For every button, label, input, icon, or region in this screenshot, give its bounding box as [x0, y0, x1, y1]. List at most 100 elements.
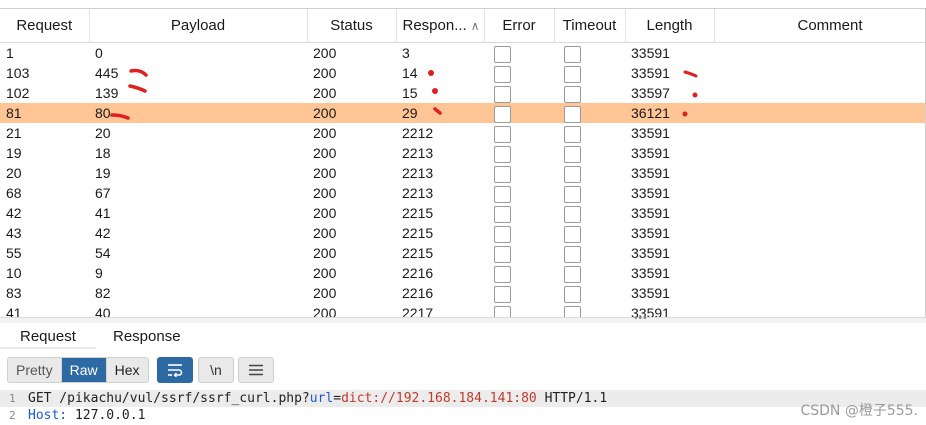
error-checkbox[interactable] — [494, 105, 511, 123]
payload-cell: 82 — [95, 285, 111, 301]
column-header-timeout[interactable]: Timeout — [554, 9, 626, 43]
timeout-checkbox[interactable] — [564, 105, 581, 123]
column-header-status[interactable]: Status — [307, 9, 397, 43]
timeout-checkbox[interactable] — [564, 285, 581, 303]
table-row[interactable]: 103 445 200 14 33591 — [0, 63, 926, 83]
length-cell: 33591 — [631, 145, 670, 161]
table-row[interactable]: 42 41 200 2215 33591 — [0, 203, 926, 223]
column-header-response[interactable]: Respon... ∧ — [396, 9, 485, 43]
status-cell: 200 — [313, 65, 337, 81]
results-table-container: Request Payload Status Respon... ∧ Error … — [0, 8, 926, 318]
table-row[interactable]: 41 40 200 2217 33591 — [0, 303, 926, 318]
table-row[interactable]: 19 18 200 2213 33591 — [0, 143, 926, 163]
error-cell — [484, 43, 554, 64]
menu-button[interactable] — [238, 357, 274, 383]
payload-cell: 42 — [95, 225, 111, 241]
error-checkbox[interactable] — [494, 125, 511, 143]
timeout-cell — [554, 203, 625, 223]
timeout-checkbox[interactable] — [564, 265, 581, 283]
line-number: 2 — [9, 409, 16, 422]
tab-request[interactable]: Request — [20, 327, 76, 347]
table-row[interactable]: 20 19 200 2213 33591 — [0, 163, 926, 183]
timeout-checkbox[interactable] — [564, 165, 581, 183]
comment-cell — [714, 263, 926, 283]
status-cell: 200 — [313, 125, 337, 141]
error-checkbox[interactable] — [494, 165, 511, 183]
error-checkbox[interactable] — [494, 245, 511, 263]
watermark: CSDN @橙子555. — [800, 403, 918, 419]
wrap-lines-button[interactable] — [157, 357, 193, 383]
table-row[interactable]: 68 67 200 2213 33591 — [0, 183, 926, 203]
table-row[interactable]: 102 139 200 15 33597 — [0, 83, 926, 103]
timeout-checkbox[interactable] — [564, 205, 581, 223]
error-checkbox[interactable] — [494, 225, 511, 243]
timeout-checkbox[interactable] — [564, 185, 581, 203]
hex-button[interactable]: Hex — [106, 358, 148, 382]
timeout-cell — [554, 243, 625, 263]
payload-cell: 41 — [95, 205, 111, 221]
length-cell: 33591 — [631, 265, 670, 281]
timeout-cell — [554, 143, 625, 163]
response-cell: 2215 — [402, 245, 434, 261]
response-cell: 15 — [402, 85, 418, 101]
table-header-row: Request Payload Status Respon... ∧ Error … — [0, 9, 926, 43]
sort-ascending-icon: ∧ — [470, 19, 480, 33]
error-cell — [484, 203, 554, 223]
error-checkbox[interactable] — [494, 85, 511, 103]
column-header-comment[interactable]: Comment — [714, 9, 926, 43]
table-row[interactable]: 21 20 200 2212 33591 — [0, 123, 926, 143]
raw-button[interactable]: Raw — [61, 358, 107, 382]
newline-toggle-button[interactable]: \n — [198, 357, 234, 383]
timeout-checkbox[interactable] — [564, 85, 581, 103]
column-header-request[interactable]: Request — [0, 9, 90, 43]
param-value: dict://192.168.184.141:80 — [341, 391, 537, 406]
comment-cell — [714, 43, 926, 64]
error-checkbox[interactable] — [494, 65, 511, 83]
param-name: url — [309, 391, 334, 406]
table-row[interactable]: 55 54 200 2215 33591 — [0, 243, 926, 263]
column-header-payload[interactable]: Payload — [89, 9, 308, 43]
request-cell: 83 — [6, 285, 22, 301]
error-checkbox[interactable] — [494, 185, 511, 203]
timeout-checkbox[interactable] — [564, 145, 581, 163]
error-checkbox[interactable] — [494, 265, 511, 283]
timeout-checkbox[interactable] — [564, 65, 581, 83]
splitter-grip-icon[interactable]: ••• — [634, 314, 648, 324]
status-cell: 200 — [313, 305, 337, 318]
column-header-length[interactable]: Length — [625, 9, 715, 43]
column-header-error[interactable]: Error — [484, 9, 555, 43]
timeout-checkbox[interactable] — [564, 245, 581, 263]
response-cell: 2215 — [402, 225, 434, 241]
timeout-checkbox[interactable] — [564, 225, 581, 243]
table-row[interactable]: 43 42 200 2215 33591 — [0, 223, 926, 243]
timeout-cell — [554, 83, 625, 103]
error-cell — [484, 283, 554, 303]
status-cell: 200 — [313, 145, 337, 161]
pretty-button[interactable]: Pretty — [8, 358, 62, 382]
status-cell: 200 — [313, 245, 337, 261]
timeout-cell — [554, 123, 625, 143]
request-editor[interactable]: 1 GET /pikachu/vul/ssrf/ssrf_curl.php?ur… — [0, 389, 926, 425]
payload-cell: 40 — [95, 305, 111, 318]
payload-cell: 139 — [95, 85, 119, 101]
length-cell: 33591 — [631, 245, 670, 261]
editor-toolbar: Pretty Raw Hex \n — [0, 349, 926, 389]
comment-cell — [714, 223, 926, 243]
error-checkbox[interactable] — [494, 45, 511, 63]
table-row[interactable]: 10 9 200 2216 33591 — [0, 263, 926, 283]
table-row[interactable]: 1 0 200 3 33591 — [0, 43, 926, 64]
table-row[interactable]: 81 80 200 29 36121 — [0, 103, 926, 123]
error-checkbox[interactable] — [494, 285, 511, 303]
results-table: Request Payload Status Respon... ∧ Error … — [0, 9, 926, 318]
comment-cell — [714, 63, 926, 83]
header-name: Host: — [28, 408, 68, 423]
error-checkbox[interactable] — [494, 145, 511, 163]
tab-response[interactable]: Response — [113, 327, 181, 347]
comment-cell — [714, 203, 926, 223]
error-checkbox[interactable] — [494, 205, 511, 223]
table-row[interactable]: 83 82 200 2216 33591 — [0, 283, 926, 303]
error-cell — [484, 143, 554, 163]
length-cell: 33591 — [631, 65, 670, 81]
timeout-checkbox[interactable] — [564, 125, 581, 143]
timeout-checkbox[interactable] — [564, 45, 581, 63]
